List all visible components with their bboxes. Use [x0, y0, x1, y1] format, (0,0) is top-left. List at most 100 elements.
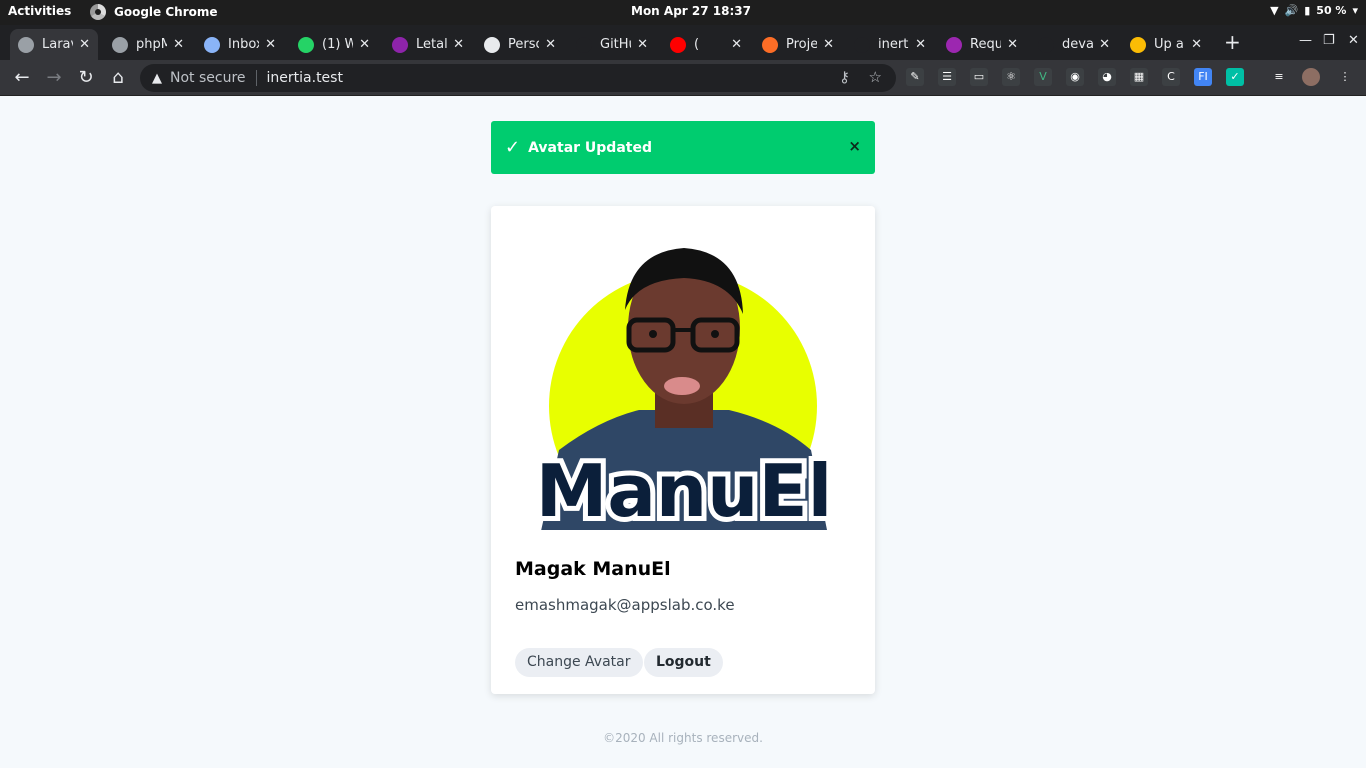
security-status[interactable]: Not secure — [170, 70, 246, 86]
footer-copyright: ©2020 All rights reserved. — [603, 731, 763, 745]
tab-close-icon[interactable]: ✕ — [823, 37, 834, 52]
tab-close-icon[interactable]: ✕ — [545, 37, 556, 52]
tab-title: Up a — [1154, 37, 1184, 52]
stack-extension-icon[interactable]: ☰ — [938, 68, 956, 86]
whatsapp-icon — [298, 36, 314, 53]
warning-icon[interactable]: ▲ — [152, 71, 162, 86]
letal-icon — [392, 36, 408, 53]
tab-title: Perso — [508, 37, 539, 52]
home-button[interactable]: ⌂ — [106, 66, 130, 90]
avatar-logo-text: ManuEl — [539, 449, 829, 530]
github-icon — [576, 36, 592, 53]
tab-title: Letal — [416, 37, 448, 52]
gitlab-icon — [762, 36, 778, 53]
inertia-icon — [854, 36, 870, 53]
logout-button[interactable]: Logout — [644, 648, 723, 677]
avatar: ManuEl — [539, 248, 829, 530]
minimize-button[interactable]: — — [1299, 33, 1312, 48]
tab-close-icon[interactable]: ✕ — [453, 37, 464, 52]
new-tab-button[interactable]: + — [1224, 30, 1241, 54]
eraser-extension-icon[interactable]: ▭ — [970, 68, 988, 86]
key-icon[interactable]: ⚷ — [839, 68, 850, 86]
bookmark-star-icon[interactable]: ☆ — [869, 68, 882, 86]
browser-tab[interactable]: Letal ✕ — [384, 29, 472, 60]
tab-title: Requ — [970, 37, 1002, 52]
tab-close-icon[interactable]: ✕ — [637, 37, 648, 52]
clock-extension-icon[interactable]: ◕ — [1098, 68, 1116, 86]
globe-icon — [112, 36, 128, 53]
clock[interactable]: Mon Apr 27 18:37 — [631, 4, 751, 18]
tab-close-icon[interactable]: ✕ — [359, 37, 370, 52]
tab-close-icon[interactable]: ✕ — [1099, 37, 1110, 52]
reload-button[interactable]: ↻ — [74, 66, 98, 90]
wifi-icon: ▼ — [1270, 4, 1279, 17]
browser-tab[interactable]: Requ ✕ — [938, 29, 1026, 60]
tab-title: Inbox — [228, 37, 259, 52]
profile-card: ManuEl Magak ManuEl emashmagak@appslab.c… — [491, 206, 875, 694]
chevron-down-icon: ▾ — [1352, 4, 1358, 17]
tab-close-icon[interactable]: ✕ — [1007, 37, 1018, 52]
menu-kebab-icon[interactable]: ⋮ — [1336, 68, 1354, 86]
cube-extension-icon[interactable]: ▦ — [1130, 68, 1148, 86]
browser-tab[interactable]: (✕ — [662, 29, 750, 60]
trello-icon — [484, 36, 500, 53]
activities-button[interactable]: Activities — [8, 4, 71, 18]
close-window-button[interactable]: ✕ — [1348, 33, 1359, 48]
fi-extension-icon[interactable]: FI — [1194, 68, 1212, 86]
app-name: Google Chrome — [114, 5, 218, 19]
browser-tab[interactable]: Perso ✕ — [476, 29, 564, 60]
system-tray[interactable]: ▼ 🔊 ▮ 50 % ▾ — [1270, 4, 1358, 17]
omnibox-divider — [255, 70, 257, 86]
browser-tab[interactable]: inerti ✕ — [846, 29, 934, 60]
browser-tab[interactable]: deva ✕ — [1030, 29, 1118, 60]
tab-close-icon[interactable]: ✕ — [1191, 37, 1202, 52]
battery-percent: 50 % — [1316, 4, 1347, 17]
browser-tab[interactable]: Larav ✕ — [10, 29, 98, 60]
react-devtools-icon[interactable]: ⚛ — [1002, 68, 1020, 86]
camera-extension-icon[interactable]: ◉ — [1066, 68, 1084, 86]
tab-title: inerti — [878, 37, 910, 52]
tab-close-icon[interactable]: ✕ — [731, 37, 742, 52]
vue-devtools-icon[interactable]: V — [1034, 68, 1052, 86]
browser-tab[interactable]: phpM ✕ — [104, 29, 192, 60]
app-menu[interactable]: Google Chrome — [90, 4, 218, 20]
pen-extension-icon[interactable]: ✎ — [906, 68, 924, 86]
change-avatar-button[interactable]: Change Avatar — [515, 648, 643, 677]
media-control-icon[interactable]: ≡ — [1270, 68, 1288, 86]
globe-icon — [18, 36, 34, 53]
tab-title: Proje — [786, 37, 818, 52]
browser-tab[interactable]: Inbox ✕ — [196, 29, 284, 60]
maximize-button[interactable]: ❐ — [1323, 33, 1335, 48]
browser-tab[interactable]: GitHu ✕ — [568, 29, 656, 60]
tab-close-icon[interactable]: ✕ — [79, 37, 90, 52]
flash-text: Avatar Updated — [528, 139, 652, 156]
tab-title: Larav — [42, 37, 73, 52]
profile-avatar-icon[interactable] — [1302, 68, 1320, 86]
user-name: Magak ManuEl — [515, 558, 671, 580]
volume-icon: 🔊 — [1284, 4, 1299, 17]
mail-icon — [204, 36, 220, 53]
tab-title: GitHu — [600, 37, 631, 52]
check-extension-icon[interactable]: ✓ — [1226, 68, 1244, 86]
address-bar[interactable]: ▲ Not secure inertia.test ⚷ ☆ — [140, 64, 896, 92]
code-extension-icon[interactable]: C — [1162, 68, 1180, 86]
battery-icon: ▮ — [1304, 4, 1311, 17]
browser-tab[interactable]: Proje ✕ — [754, 29, 842, 60]
tab-close-icon[interactable]: ✕ — [915, 37, 926, 52]
url-text[interactable]: inertia.test — [267, 70, 343, 86]
system-top-bar: Activities Google Chrome Mon Apr 27 18:3… — [0, 0, 1366, 25]
back-button[interactable]: ← — [10, 66, 34, 90]
tab-close-icon[interactable]: ✕ — [265, 37, 276, 52]
requests-icon — [946, 36, 962, 53]
browser-tab[interactable]: (1) W ✕ — [290, 29, 378, 60]
forward-button[interactable]: → — [42, 66, 66, 90]
tab-title: ( — [694, 37, 700, 52]
tab-title: phpM — [136, 37, 168, 52]
close-icon[interactable]: × — [848, 137, 861, 155]
chrome-icon — [90, 4, 106, 20]
tab-close-icon[interactable]: ✕ — [173, 37, 184, 52]
colorful-icon — [1130, 36, 1146, 53]
tab-title: (1) W — [322, 37, 354, 52]
youtube-icon — [670, 36, 686, 53]
browser-tab[interactable]: Up a ✕ — [1122, 29, 1210, 60]
